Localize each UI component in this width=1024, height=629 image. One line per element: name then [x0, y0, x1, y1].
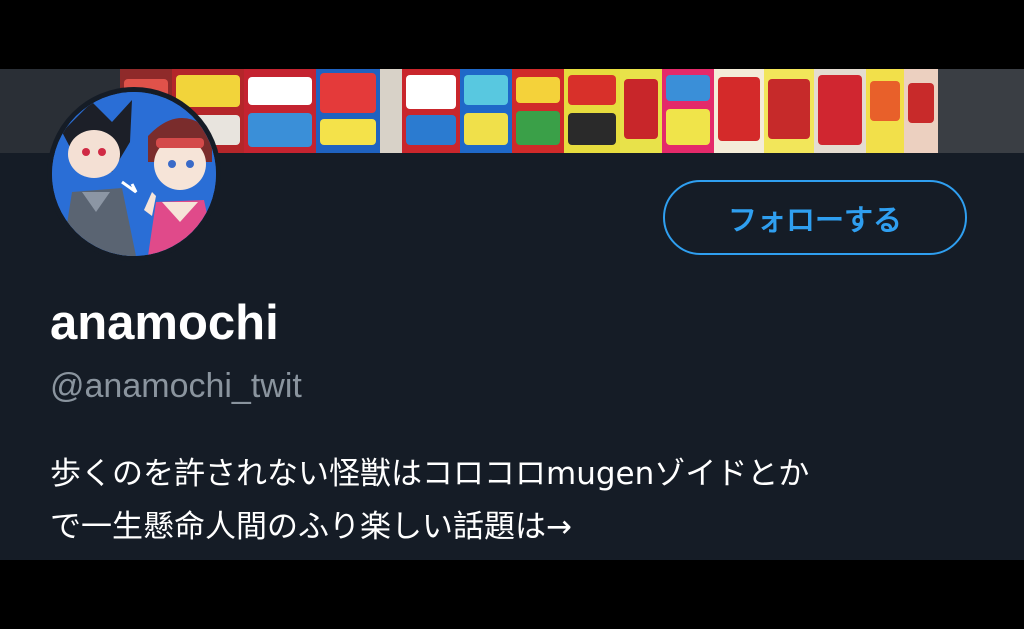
- avatar-image: [52, 92, 216, 256]
- banner-spine: [316, 69, 380, 153]
- profile-screen: フォローする anamochi @anamochi_twit 歩くのを許されない…: [0, 0, 1024, 629]
- profile-handle: @anamochi_twit: [50, 367, 302, 405]
- banner-spine: [564, 69, 620, 153]
- banner-spine: [904, 69, 938, 153]
- banner-spine: [244, 69, 316, 153]
- banner-dark-area: [938, 69, 1024, 153]
- banner-spine: [620, 69, 662, 153]
- profile-display-name: anamochi: [50, 296, 279, 350]
- profile-bio: 歩くのを許されない怪獣はコロコロmugenゾイドとか で一生懸命人間のふり楽しい…: [50, 456, 810, 545]
- banner-spine: [460, 69, 512, 153]
- banner-spine: [866, 69, 904, 153]
- banner-spine: [714, 69, 764, 153]
- banner-spine: [512, 69, 564, 153]
- banner-spine: [380, 69, 402, 153]
- banner-spine: [764, 69, 814, 153]
- follow-button[interactable]: フォローする: [663, 180, 967, 255]
- banner-spine: [402, 69, 460, 153]
- banner-spine: [662, 69, 714, 153]
- avatar-illustration: [52, 92, 216, 256]
- avatar[interactable]: [47, 87, 221, 261]
- banner-spine: [814, 69, 866, 153]
